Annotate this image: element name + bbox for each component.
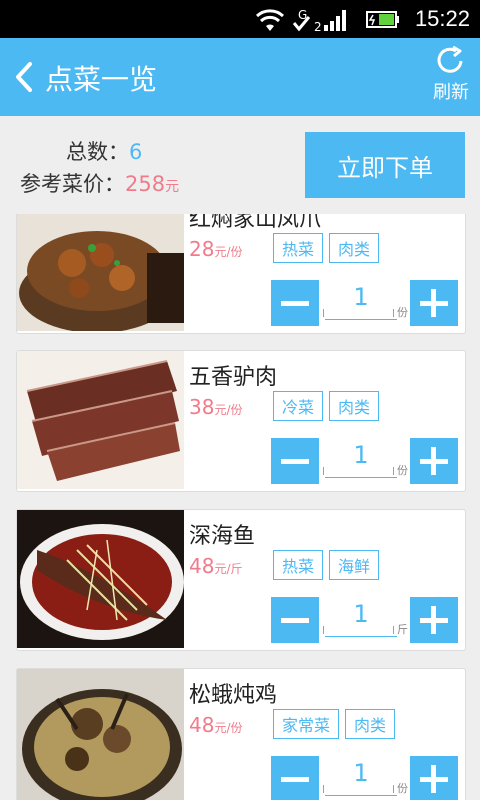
order-summary: 总数：6 参考菜价：258元 立即下单 (0, 116, 480, 212)
dish-list[interactable]: 红焖家山凤爪 28元/份 热菜肉类 份 五香驴肉 38元/份 冷菜肉类 (0, 214, 480, 800)
wifi-icon (255, 9, 285, 31)
signal-icon: G 2 (292, 8, 346, 33)
quantity-input[interactable] (325, 751, 397, 796)
dish-tags: 家常菜 肉类 (273, 709, 401, 739)
dish-tag: 肉类 (329, 391, 380, 421)
dish-price-value: 48 (189, 713, 215, 737)
reference-price-label: 参考菜价： (20, 172, 125, 196)
dish-price-value: 48 (189, 554, 215, 578)
dish-name: 深海鱼 (189, 524, 256, 549)
dish-tags: 热菜 肉类 (273, 233, 385, 263)
decrease-quantity-button[interactable] (271, 756, 319, 800)
dish-tag: 海鲜 (329, 550, 380, 580)
refresh-label: 刷新 (433, 82, 469, 103)
dish-name: 松蛾炖鸡 (189, 683, 278, 708)
place-order-button[interactable]: 立即下单 (305, 132, 465, 198)
decrease-quantity-button[interactable] (271, 438, 319, 484)
dish-image (17, 510, 184, 648)
minus-icon (281, 301, 309, 306)
increase-quantity-button[interactable] (410, 756, 458, 800)
reference-price-row: 参考菜价：258元 (20, 168, 179, 198)
dish-tag: 冷菜 (273, 391, 324, 421)
quantity-unit: 斤 (397, 623, 408, 636)
dish-price-unit: 元/份 (214, 721, 243, 735)
dish-image (17, 351, 184, 489)
quantity-input[interactable] (325, 275, 397, 320)
quantity-input[interactable] (325, 433, 397, 478)
total-count-label: 总数： (66, 140, 129, 164)
dish-name: 五香驴肉 (189, 365, 278, 390)
input-underline-mark (323, 309, 324, 317)
quantity-unit: 份 (397, 306, 408, 319)
dish-tag: 肉类 (345, 709, 396, 739)
input-underline-mark (393, 626, 394, 634)
input-underline-mark (393, 309, 394, 317)
dish-price: 28元/份 (189, 237, 243, 261)
quantity-input[interactable] (325, 592, 397, 637)
dish-card: 深海鱼 48元/斤 热菜海鲜 斤 (16, 509, 466, 651)
input-underline-mark (323, 467, 324, 475)
decrease-quantity-button[interactable] (271, 597, 319, 643)
page-title: 点菜一览 (45, 63, 158, 96)
dish-price-unit: 元/斤 (214, 562, 243, 576)
dish-tags: 热菜 海鲜 (273, 550, 385, 580)
dish-price: 48元/份 (189, 713, 243, 737)
dish-tag: 热菜 (273, 550, 324, 580)
dish-tag: 热菜 (273, 233, 324, 263)
input-underline-mark (323, 626, 324, 634)
dish-card: 红焖家山凤爪 28元/份 热菜肉类 份 (16, 214, 466, 334)
dish-price-unit: 元/份 (214, 403, 243, 417)
quantity-unit: 份 (397, 464, 408, 477)
decrease-quantity-button[interactable] (271, 280, 319, 326)
total-count-row: 总数：6 (66, 136, 142, 166)
minus-icon (281, 777, 309, 782)
dish-tag: 肉类 (329, 233, 380, 263)
input-underline-mark (323, 785, 324, 793)
dish-tags: 冷菜 肉类 (273, 391, 385, 421)
quantity-unit: 份 (397, 782, 408, 795)
increase-quantity-button[interactable] (410, 597, 458, 643)
status-bar: G 2 15:22 (0, 0, 480, 38)
clock: 15:22 (414, 6, 470, 31)
dish-image (17, 214, 184, 331)
minus-icon (281, 459, 309, 464)
input-underline-mark (393, 785, 394, 793)
dish-name: 红焖家山凤爪 (189, 214, 322, 232)
dish-price-value: 38 (189, 395, 215, 419)
svg-text:2: 2 (314, 20, 322, 33)
dish-price-unit: 元/份 (214, 245, 243, 259)
dish-price-value: 28 (189, 237, 215, 261)
refresh-button[interactable]: 刷新 (428, 46, 474, 108)
increase-quantity-button[interactable] (410, 438, 458, 484)
total-count-value: 6 (129, 140, 143, 164)
dish-tag: 家常菜 (273, 709, 340, 739)
dish-price: 38元/份 (189, 395, 243, 419)
dish-price: 48元/斤 (189, 554, 243, 578)
refresh-icon (437, 46, 463, 73)
dish-card: 五香驴肉 38元/份 冷菜肉类 份 (16, 350, 466, 492)
dish-image (17, 669, 184, 800)
increase-quantity-button[interactable] (410, 280, 458, 326)
dish-card: 松蛾炖鸡 48元/份 家常菜肉类 份 (16, 668, 466, 800)
title-bar: 点菜一览 刷新 (0, 38, 480, 116)
battery-icon (366, 11, 399, 28)
back-arrow-icon[interactable] (10, 60, 40, 94)
reference-price-value: 258 (125, 172, 166, 196)
input-underline-mark (393, 467, 394, 475)
minus-icon (281, 618, 309, 623)
reference-price-unit: 元 (165, 179, 180, 195)
